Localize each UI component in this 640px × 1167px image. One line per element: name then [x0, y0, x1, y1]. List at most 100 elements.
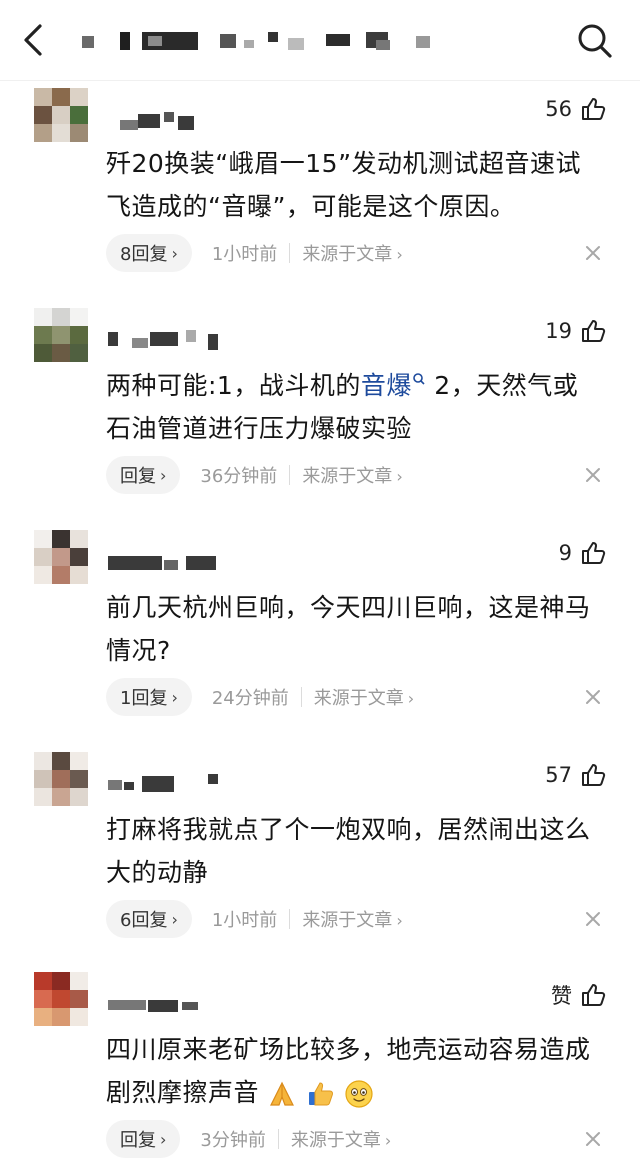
source-label: 来源于文章 [302, 466, 393, 487]
avatar[interactable] [34, 972, 88, 1026]
reply-button[interactable]: 6回复 › [106, 900, 192, 938]
thumbs-up-icon [582, 320, 606, 342]
comment-text-line: 歼20换装“峨眉一15”发动机测试超音速试 [106, 149, 582, 178]
username-obscured[interactable] [108, 110, 198, 132]
comment-text-segment: 剧烈摩擦声音 [106, 1078, 260, 1107]
folded-hands-emoji-icon [270, 1081, 295, 1106]
chevron-right-icon: › [171, 687, 178, 707]
close-icon[interactable] [582, 908, 604, 930]
source-label: 来源于文章 [313, 688, 404, 709]
timestamp: 3分钟前 [200, 1130, 266, 1151]
comment-meta: 回复 › 3分钟前 来源于文章 › [106, 1120, 391, 1158]
divider [289, 243, 291, 263]
smiling-face-emoji-icon [345, 1080, 373, 1108]
source-link[interactable]: 来源于文章 › [302, 906, 402, 932]
reply-label: 6回复 [120, 910, 168, 931]
thumbs-up-emoji-icon [308, 1082, 333, 1106]
close-icon[interactable] [582, 686, 604, 708]
comment-text-line: 剧烈摩擦声音 [106, 1071, 618, 1114]
comment-text: 两种可能:1，战斗机的音爆 2，天然气或 石油管道进行压力爆破实验 [106, 364, 618, 450]
comment-text-line: 情况? [106, 636, 171, 665]
like-button[interactable]: 57 [545, 760, 606, 790]
reply-label: 回复 [120, 1130, 156, 1151]
chevron-right-icon: › [407, 689, 415, 708]
like-button[interactable]: 9 [559, 538, 606, 568]
comment-text-segment: 两种可能:1，战斗机的 [106, 371, 361, 400]
like-count: 57 [545, 763, 572, 787]
username-obscured[interactable] [108, 772, 228, 794]
reply-label: 回复 [120, 466, 156, 487]
comment-text: 打麻将我就点了个一炮双响，居然闹出这么 大的动静 [106, 808, 618, 894]
timestamp: 1小时前 [211, 244, 278, 265]
avatar[interactable] [34, 308, 88, 362]
like-count: 9 [558, 541, 572, 565]
source-link[interactable]: 来源于文章 › [314, 684, 414, 710]
top-bar [0, 0, 640, 81]
close-icon[interactable] [582, 464, 604, 486]
comment-text-segment: 2，天然气或 [425, 371, 579, 400]
avatar[interactable] [34, 88, 88, 142]
source-link[interactable]: 来源于文章 › [302, 240, 402, 266]
divider [289, 909, 291, 929]
comment-text-line: 飞造成的“音曝”，可能是这个原因。 [106, 192, 516, 221]
like-count: 56 [545, 97, 572, 121]
timestamp: 36分钟前 [200, 466, 278, 487]
chevron-right-icon: › [171, 243, 178, 263]
source-label: 来源于文章 [302, 244, 393, 265]
comment-item: 57 打麻将我就点了个一炮双响，居然闹出这么 大的动静 6回复 › 1小时前 来源… [0, 750, 640, 950]
close-icon[interactable] [582, 242, 604, 264]
chevron-right-icon: › [384, 1131, 392, 1150]
chevron-right-icon: › [396, 467, 403, 486]
comment-text: 歼20换装“峨眉一15”发动机测试超音速试 飞造成的“音曝”，可能是这个原因。 [106, 142, 618, 228]
like-label: 赞 [551, 984, 572, 1008]
divider [289, 465, 291, 485]
source-link[interactable]: 来源于文章 › [302, 462, 402, 488]
comment-item: 19 两种可能:1，战斗机的音爆 2，天然气或 石油管道进行压力爆破实验 回复 ›… [0, 306, 640, 506]
reply-button[interactable]: 1回复 › [106, 678, 192, 716]
username-obscured[interactable] [108, 992, 208, 1014]
reply-label: 8回复 [120, 244, 168, 265]
divider [300, 687, 302, 707]
source-link[interactable]: 来源于文章 › [291, 1126, 391, 1152]
comment-item: 9 前几天杭州巨响，今天四川巨响，这是神马 情况? 1回复 › 24分钟前 来源于… [0, 528, 640, 728]
comment-text-line: 石油管道进行压力爆破实验 [106, 414, 413, 443]
search-icon [413, 373, 425, 385]
thumbs-up-icon [582, 984, 606, 1006]
search-icon[interactable] [574, 20, 614, 60]
username-obscured[interactable] [108, 328, 228, 350]
chevron-right-icon: › [171, 909, 178, 929]
chevron-left-icon[interactable] [18, 22, 50, 58]
comment-meta: 1回复 › 24分钟前 来源于文章 › [106, 678, 414, 716]
page-title-obscured [76, 30, 456, 52]
comment-text-line: 两种可能:1，战斗机的音爆 2，天然气或 [106, 364, 618, 407]
reply-button[interactable]: 回复 › [106, 1120, 181, 1158]
comment-meta: 回复 › 36分钟前 来源于文章 › [106, 456, 403, 494]
close-icon[interactable] [582, 1128, 604, 1150]
thumbs-up-icon [582, 542, 606, 564]
like-count: 19 [545, 319, 572, 343]
comment-text-line: 四川原来老矿场比较多，地壳运动容易造成 [106, 1035, 591, 1064]
comment-text-line: 大的动静 [106, 858, 209, 887]
like-button[interactable]: 19 [545, 316, 606, 346]
keyword-label: 音爆 [360, 371, 412, 400]
comment-item: 56 歼20换装“峨眉一15”发动机测试超音速试 飞造成的“音曝”，可能是这个原… [0, 86, 640, 286]
avatar[interactable] [34, 530, 88, 584]
reply-button[interactable]: 8回复 › [106, 234, 192, 272]
thumbs-up-icon [582, 764, 606, 786]
source-label: 来源于文章 [302, 910, 393, 931]
chevron-right-icon: › [396, 245, 403, 264]
comment-text-line: 前几天杭州巨响，今天四川巨响，这是神马 [106, 593, 591, 622]
search-keyword-link[interactable]: 音爆 [361, 371, 426, 400]
reply-button[interactable]: 回复 › [106, 456, 181, 494]
username-obscured[interactable] [108, 550, 228, 572]
reply-label: 1回复 [120, 688, 168, 709]
chevron-right-icon: › [396, 911, 403, 930]
timestamp: 24分钟前 [211, 688, 289, 709]
chevron-right-icon: › [160, 1129, 167, 1149]
avatar[interactable] [34, 752, 88, 806]
like-button[interactable]: 56 [545, 94, 606, 124]
like-button[interactable]: 赞 [551, 980, 606, 1010]
chevron-right-icon: › [160, 465, 167, 485]
comment-text: 前几天杭州巨响，今天四川巨响，这是神马 情况? [106, 586, 618, 672]
timestamp: 1小时前 [211, 910, 278, 931]
